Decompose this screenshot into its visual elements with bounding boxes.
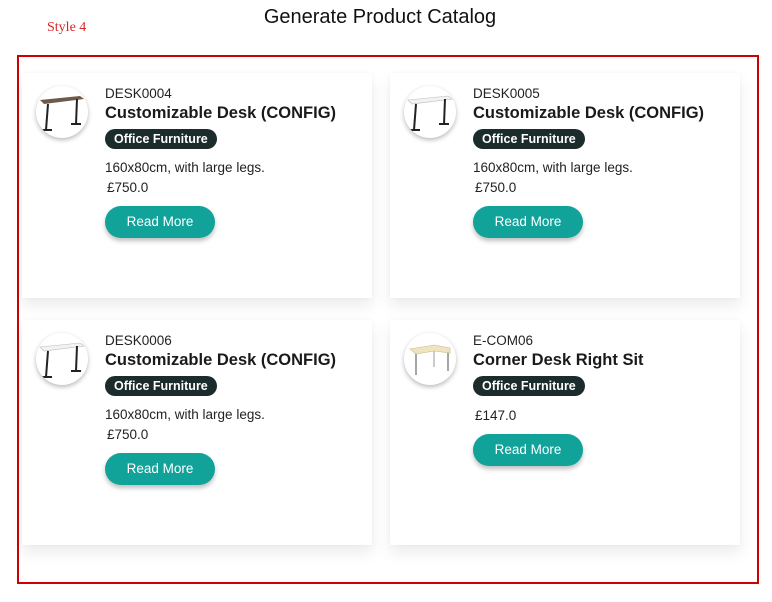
category-badge: Office Furniture [473, 376, 585, 396]
product-name: Customizable Desk (CONFIG) [473, 104, 705, 122]
product-price: £750.0 [107, 427, 149, 442]
product-image [36, 86, 88, 138]
read-more-button[interactable]: Read More [105, 453, 215, 485]
product-image [404, 333, 456, 385]
product-card: DESK0006 Customizable Desk (CONFIG) Offi… [22, 320, 372, 545]
corner-desk-icon [409, 344, 451, 375]
product-card: DESK0004 Customizable Desk (CONFIG) Offi… [22, 73, 372, 298]
product-sku: DESK0006 [105, 333, 172, 348]
category-badge: Office Furniture [105, 129, 217, 149]
desk-icon [407, 95, 453, 131]
product-price: £750.0 [475, 180, 517, 195]
category-badge: Office Furniture [105, 376, 217, 396]
product-description: 160x80cm, with large legs. [473, 160, 633, 175]
desk-icon [40, 96, 84, 131]
product-description: 160x80cm, with large legs. [105, 407, 265, 422]
product-description: 160x80cm, with large legs. [105, 160, 265, 175]
read-more-button[interactable]: Read More [473, 206, 583, 238]
product-sku: DESK0004 [105, 86, 172, 101]
product-name: Customizable Desk (CONFIG) [105, 351, 337, 369]
category-badge: Office Furniture [473, 129, 585, 149]
product-price: £147.0 [475, 408, 517, 423]
product-price: £750.0 [107, 180, 149, 195]
product-card: E-COM06 Corner Desk Right Sit Office Fur… [390, 320, 740, 545]
product-image [36, 333, 88, 385]
product-name: Corner Desk Right Sit [473, 351, 644, 369]
product-sku: E-COM06 [473, 333, 534, 348]
read-more-button[interactable]: Read More [105, 206, 215, 238]
read-more-button[interactable]: Read More [473, 434, 583, 466]
product-image [404, 86, 456, 138]
desk-icon [39, 342, 85, 378]
product-name: Customizable Desk (CONFIG) [105, 104, 337, 122]
page-title: Generate Product Catalog [263, 6, 497, 28]
product-sku: DESK0005 [473, 86, 540, 101]
product-card: DESK0005 Customizable Desk (CONFIG) Offi… [390, 73, 740, 298]
